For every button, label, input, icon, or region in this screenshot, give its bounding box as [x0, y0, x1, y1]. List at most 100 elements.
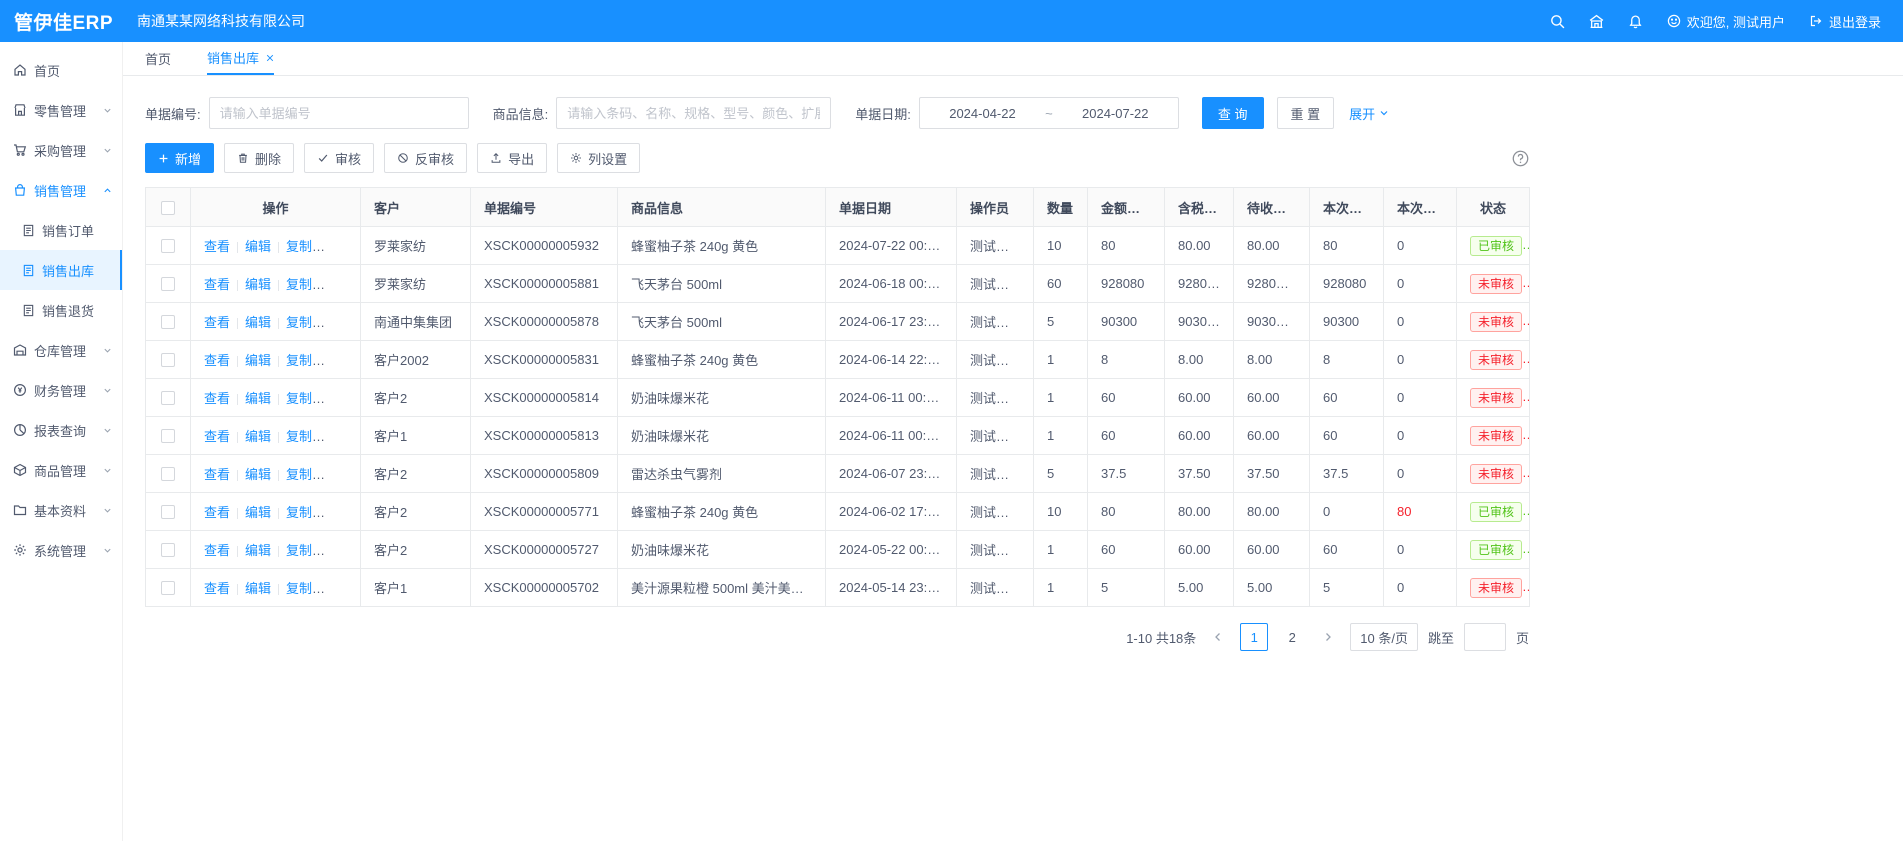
- sidebar-item-home[interactable]: 首页: [0, 50, 122, 90]
- tab-close-icon[interactable]: [266, 54, 274, 62]
- row-action-view[interactable]: 查看: [204, 581, 230, 596]
- row-action-delete[interactable]: 删除: [327, 239, 353, 254]
- add-button[interactable]: 新增: [145, 143, 214, 173]
- row-action-copy[interactable]: 复制: [286, 353, 325, 368]
- sidebar-item-system[interactable]: 系统管理: [0, 530, 122, 570]
- sidebar-item-warehouse[interactable]: 仓库管理: [0, 330, 122, 370]
- row-checkbox[interactable]: [161, 505, 175, 519]
- audit-label: 审核: [335, 149, 361, 168]
- row-action-view[interactable]: 查看: [204, 391, 230, 406]
- row-action-delete[interactable]: 删除: [327, 315, 353, 330]
- audit-button[interactable]: 审核: [304, 143, 374, 173]
- sidebar-item-sales[interactable]: 销售管理: [0, 170, 122, 210]
- column-header-tax-total: 含税合计: [1165, 188, 1234, 227]
- row-action-edit[interactable]: 编辑: [245, 467, 271, 482]
- row-action-copy[interactable]: 复制: [286, 391, 325, 406]
- row-action-view[interactable]: 查看: [204, 353, 230, 368]
- sidebar-item-basic-data[interactable]: 基本资料: [0, 490, 122, 530]
- help-icon[interactable]: [1512, 150, 1529, 167]
- column-header-amount: 金额合计: [1088, 188, 1165, 227]
- sidebar-item-finance[interactable]: 财务管理: [0, 370, 122, 410]
- select-all-checkbox[interactable]: [161, 201, 175, 215]
- topbar-actions: 欢迎您, 测试用户 退出登录: [1550, 12, 1903, 31]
- bill-no-input[interactable]: [209, 97, 469, 129]
- row-action-edit[interactable]: 编辑: [245, 239, 271, 254]
- row-action-copy[interactable]: 复制: [286, 505, 325, 520]
- row-action-copy[interactable]: 复制: [286, 543, 325, 558]
- row-select-cell: [146, 493, 191, 531]
- row-action-delete[interactable]: 删除: [327, 277, 353, 292]
- delete-button[interactable]: 删除: [224, 143, 294, 173]
- row-action-copy[interactable]: 复制: [286, 429, 325, 444]
- row-action-edit[interactable]: 编辑: [245, 391, 271, 406]
- cell-tax-total: 37.50: [1165, 455, 1234, 493]
- search-button[interactable]: 查 询: [1202, 97, 1264, 129]
- row-checkbox[interactable]: [161, 277, 175, 291]
- report-chart-icon: [13, 423, 27, 437]
- row-action-delete[interactable]: 删除: [327, 505, 353, 520]
- logout-button[interactable]: 退出登录: [1809, 12, 1881, 31]
- row-checkbox[interactable]: [161, 467, 175, 481]
- row-action-edit[interactable]: 编辑: [245, 429, 271, 444]
- row-action-edit[interactable]: 编辑: [245, 315, 271, 330]
- row-checkbox[interactable]: [161, 429, 175, 443]
- search-icon[interactable]: [1550, 14, 1565, 29]
- page-size-select[interactable]: 10 条/页: [1350, 623, 1418, 651]
- sidebar-item-sales-return[interactable]: 销售退货: [0, 290, 122, 330]
- next-page-button[interactable]: [1316, 623, 1340, 651]
- sidebar-item-sales-order[interactable]: 销售订单: [0, 210, 122, 250]
- export-button[interactable]: 导出: [477, 143, 547, 173]
- row-action-copy[interactable]: 复制: [286, 581, 325, 596]
- row-action-view[interactable]: 查看: [204, 277, 230, 292]
- row-action-view[interactable]: 查看: [204, 315, 230, 330]
- user-welcome[interactable]: 欢迎您, 测试用户: [1667, 12, 1785, 31]
- row-action-edit[interactable]: 编辑: [245, 505, 271, 520]
- row-action-edit[interactable]: 编辑: [245, 581, 271, 596]
- tab-home[interactable]: 首页: [145, 42, 171, 75]
- reset-button[interactable]: 重 置: [1277, 97, 1335, 129]
- row-action-copy[interactable]: 复制: [286, 315, 325, 330]
- page-number-1[interactable]: 1: [1240, 623, 1268, 651]
- sidebar-item-reports[interactable]: 报表查询: [0, 410, 122, 450]
- page-number-2[interactable]: 2: [1278, 623, 1306, 651]
- row-action-view[interactable]: 查看: [204, 467, 230, 482]
- row-checkbox[interactable]: [161, 239, 175, 253]
- unaudit-button[interactable]: 反审核: [384, 143, 467, 173]
- sidebar-item-sales-outbound[interactable]: 销售出库: [0, 250, 122, 290]
- sidebar-item-products[interactable]: 商品管理: [0, 450, 122, 490]
- row-action-delete[interactable]: 删除: [327, 467, 353, 482]
- row-action-delete[interactable]: 删除: [327, 353, 353, 368]
- row-action-edit[interactable]: 编辑: [245, 543, 271, 558]
- row-action-copy[interactable]: 复制: [286, 467, 325, 482]
- row-action-edit[interactable]: 编辑: [245, 277, 271, 292]
- row-checkbox[interactable]: [161, 353, 175, 367]
- row-checkbox[interactable]: [161, 581, 175, 595]
- row-action-delete[interactable]: 删除: [327, 429, 353, 444]
- row-action-delete[interactable]: 删除: [327, 543, 353, 558]
- row-checkbox[interactable]: [161, 315, 175, 329]
- sidebar-item-retail[interactable]: 零售管理: [0, 90, 122, 130]
- product-info-input[interactable]: [556, 97, 831, 129]
- row-action-copy[interactable]: 复制: [286, 277, 325, 292]
- sidebar-item-purchase[interactable]: 采购管理: [0, 130, 122, 170]
- row-action-delete[interactable]: 删除: [327, 391, 353, 406]
- home-building-icon[interactable]: [1589, 14, 1604, 29]
- date-range-picker[interactable]: 2024-04-22 ~ 2024-07-22: [919, 97, 1179, 129]
- row-action-view[interactable]: 查看: [204, 239, 230, 254]
- row-action-copy[interactable]: 复制: [286, 239, 325, 254]
- row-checkbox[interactable]: [161, 543, 175, 557]
- row-action-view[interactable]: 查看: [204, 429, 230, 444]
- column-settings-button[interactable]: 列设置: [557, 143, 640, 173]
- tab-sales-outbound[interactable]: 销售出库: [207, 42, 274, 75]
- row-action-delete[interactable]: 删除: [327, 581, 353, 596]
- row-action-edit[interactable]: 编辑: [245, 353, 271, 368]
- jump-page-input[interactable]: [1464, 623, 1506, 651]
- prev-page-button[interactable]: [1206, 623, 1230, 651]
- cell-product: 雷达杀虫气雾剂: [618, 455, 826, 493]
- row-action-view[interactable]: 查看: [204, 505, 230, 520]
- sidebar-item-label: 仓库管理: [34, 341, 86, 360]
- expand-link[interactable]: 展开: [1349, 104, 1389, 123]
- row-checkbox[interactable]: [161, 391, 175, 405]
- bell-icon[interactable]: [1628, 14, 1643, 29]
- row-action-view[interactable]: 查看: [204, 543, 230, 558]
